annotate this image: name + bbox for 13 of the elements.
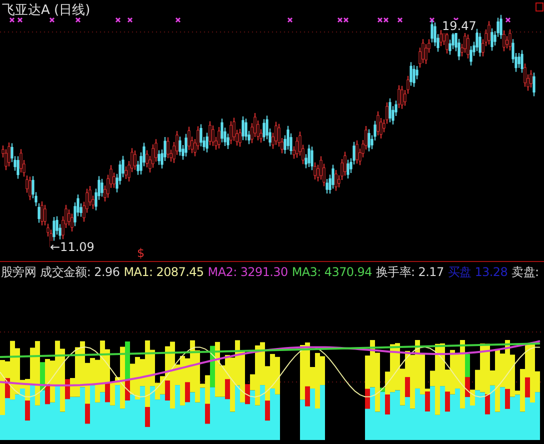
high-price-label: 19.47 <box>442 20 476 33</box>
indicator-name: 股旁网 <box>1 264 36 281</box>
chart-title: 飞亚达A (日线) <box>2 2 90 19</box>
indicator-value: 成交金额: 2.96 <box>40 264 120 281</box>
window-icon[interactable] <box>536 2 544 12</box>
low-price-label: ←11.09 <box>50 241 94 254</box>
indicator-value: 卖盘: <box>512 264 539 281</box>
indicator-value: 换手率: 2.17 <box>376 264 444 281</box>
indicator-value: MA3: 4370.94 <box>292 265 372 280</box>
indicator-value: 买盘 13.28 <box>448 264 508 281</box>
indicator-value: MA2: 3291.30 <box>208 265 288 280</box>
indicator-value: MA1: 2087.45 <box>124 265 204 280</box>
signal-label: $ <box>137 247 145 260</box>
